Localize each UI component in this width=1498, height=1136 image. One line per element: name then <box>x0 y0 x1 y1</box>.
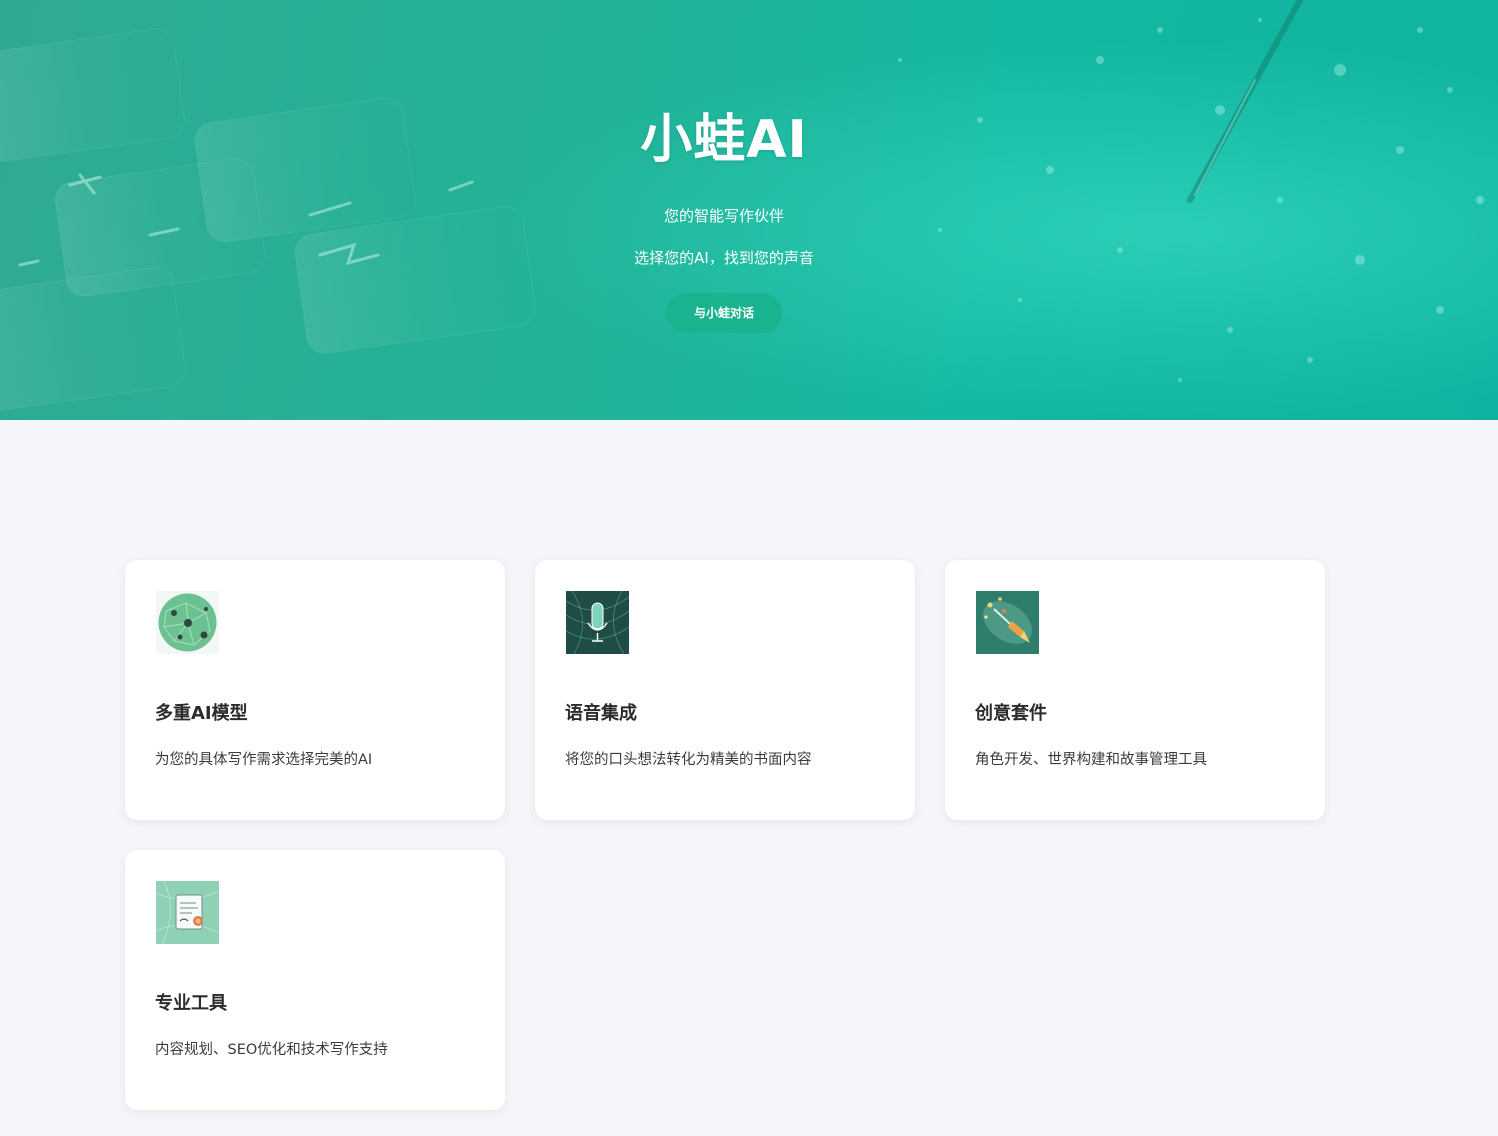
feature-description: 为您的具体写作需求选择完美的AI <box>155 752 373 768</box>
hero-content: 小蛙AI 您的智能写作伙伴 选择您的AI，找到您的声音 与小蛙对话 <box>0 0 1498 420</box>
hero-title: 小蛙AI <box>640 110 808 170</box>
feature-card-professional-tools: 专业工具 内容规划、SEO优化和技术写作支持 <box>125 850 505 1110</box>
document-seal-icon <box>156 881 219 944</box>
feature-title: 多重AI模型 <box>155 703 248 724</box>
feature-title: 语音集成 <box>565 703 637 724</box>
creative-pen-icon <box>976 591 1039 654</box>
feature-title: 专业工具 <box>155 993 227 1014</box>
features-section: 多重AI模型 为您的具体写作需求选择完美的AI 语音集成 将您的口头想法转化为精… <box>0 420 1498 1136</box>
chat-with-xiaowa-button[interactable]: 与小蛙对话 <box>666 293 782 333</box>
feature-card-voice-integration: 语音集成 将您的口头想法转化为精美的书面内容 <box>535 560 915 820</box>
hero-subtitle: 您的智能写作伙伴 <box>663 207 784 225</box>
feature-card-creative-suite: 创意套件 角色开发、世界构建和故事管理工具 <box>945 560 1325 820</box>
feature-description: 角色开发、世界构建和故事管理工具 <box>975 752 1207 768</box>
feature-description: 内容规划、SEO优化和技术写作支持 <box>155 1042 388 1058</box>
feature-description: 将您的口头想法转化为精美的书面内容 <box>565 752 812 768</box>
globe-network-icon <box>156 591 219 654</box>
feature-title: 创意套件 <box>975 703 1047 724</box>
feature-card-multi-ai-models: 多重AI模型 为您的具体写作需求选择完美的AI <box>125 560 505 820</box>
hero-banner: 小蛙AI 您的智能写作伙伴 选择您的AI，找到您的声音 与小蛙对话 <box>0 0 1498 420</box>
hero-tagline: 选择您的AI，找到您的声音 <box>634 249 814 267</box>
microphone-icon <box>566 591 629 654</box>
